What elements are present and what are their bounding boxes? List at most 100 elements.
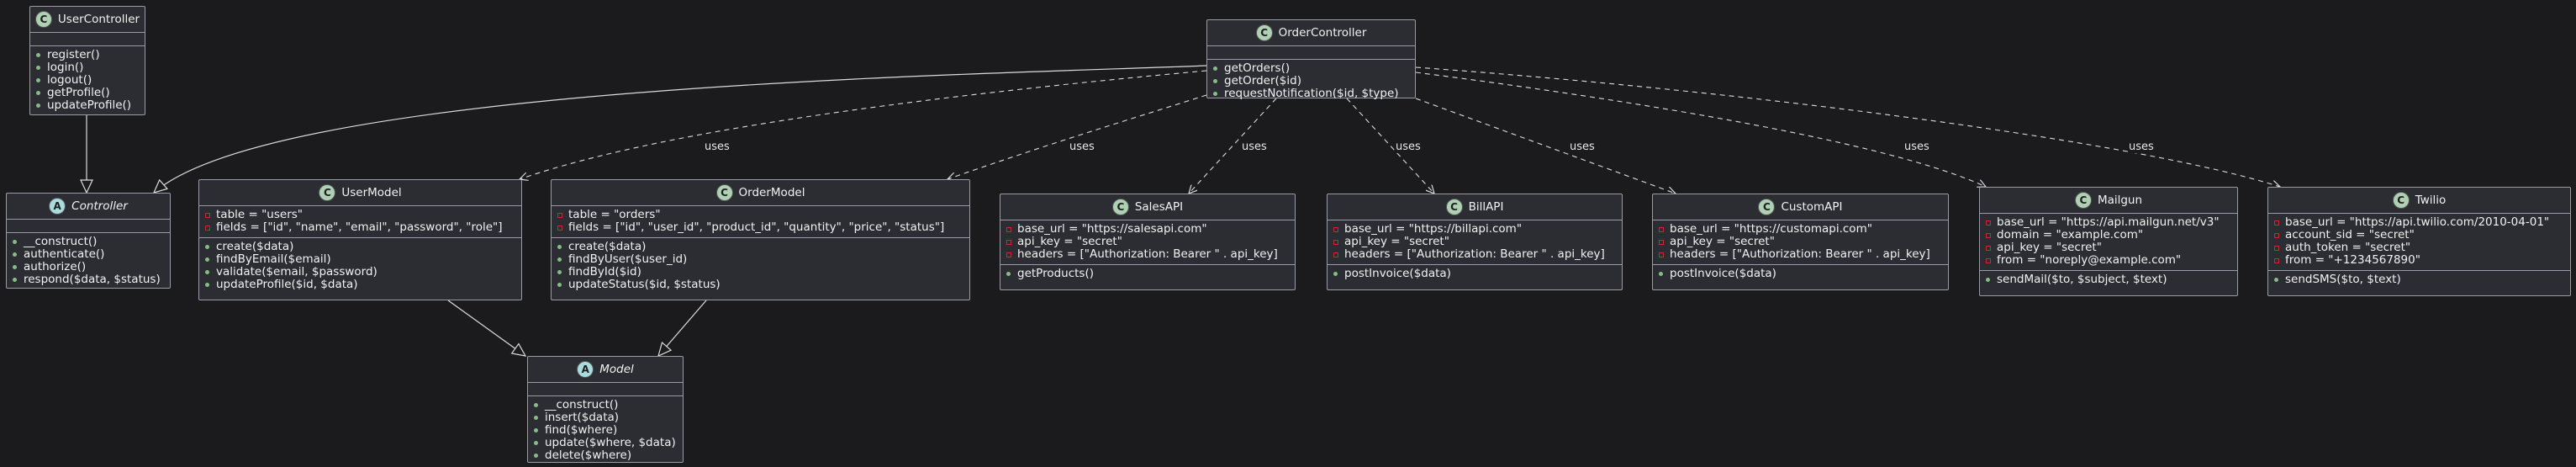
field-text: from = "noreply@example.com" (1997, 253, 2182, 267)
class-name: Controller (71, 199, 128, 213)
field-text: api_key = "secret" (1344, 235, 1449, 248)
method-text: register() (47, 48, 100, 61)
method-text: create($data) (568, 240, 647, 253)
method-text: insert($data) (545, 411, 620, 424)
uses-edge-customapi (1415, 98, 1676, 194)
inherit-edge-ordercontroller-controller (152, 65, 1207, 194)
fields-section: base_url = "https://billapi.com" api_key … (1328, 220, 1622, 265)
class-badge-icon: C (319, 184, 336, 201)
class-billapi[interactable]: C BillAPI base_url = "https://billapi.co… (1327, 194, 1623, 290)
class-model[interactable]: A Model __construct() insert($data) find($… (527, 356, 684, 463)
method-row: authorize() (7, 261, 170, 273)
class-badge-icon: C (1758, 199, 1776, 215)
class-twilio[interactable]: C Twilio base_url = "https://api.twilio.… (2267, 187, 2571, 296)
method-row: getOrders() (1207, 62, 1415, 75)
class-ordercontroller[interactable]: C OrderController getOrders() getOrder($i… (1206, 19, 1416, 100)
class-customapi[interactable]: C CustomAPI base_url = "https://customap… (1652, 194, 1949, 290)
class-header: C OrderController (1207, 20, 1415, 46)
private-visibility-icon (1984, 257, 1992, 263)
method-row: sendSMS($to, $text) (2268, 273, 2570, 286)
method-text: __construct() (24, 235, 98, 248)
public-visibility-icon (1211, 92, 1219, 96)
field-row: table = "users" (199, 209, 521, 221)
field-row: domain = "example.com" (1980, 229, 2237, 241)
inherit-edge-usermodel-model (447, 300, 527, 357)
class-name: BillAPI (1468, 200, 1504, 214)
public-visibility-icon (34, 78, 42, 82)
method-text: updateProfile() (47, 98, 132, 112)
field-row: headers = ["Authorization: Bearer " . ap… (1000, 248, 1295, 261)
public-visibility-icon (11, 240, 18, 244)
public-visibility-icon (34, 91, 42, 95)
fields-section (1207, 46, 1415, 60)
class-usermodel[interactable]: C UserModel table = "users" fields = ["id… (198, 179, 522, 300)
class-badge-icon: C (1255, 24, 1273, 41)
field-row: auth_token = "secret" (2268, 241, 2570, 254)
public-visibility-icon (532, 403, 540, 407)
class-badge-icon: C (2392, 192, 2410, 209)
class-name: OrderController (1278, 26, 1367, 40)
class-mailgun[interactable]: C Mailgun base_url = "https://api.mailgu… (1979, 187, 2238, 296)
field-text: from = "+1234567890" (2285, 253, 2420, 267)
class-badge-icon: C (2074, 192, 2092, 209)
method-text: respond($data, $status) (24, 273, 161, 286)
fields-section: table = "users" fields = ["id", "name", "… (199, 206, 521, 238)
method-row: getProfile() (30, 87, 145, 99)
field-text: base_url = "https://customapi.com" (1670, 222, 1872, 236)
class-name: OrderModel (738, 186, 805, 199)
field-row: account_sid = "secret" (2268, 229, 2570, 241)
method-text: findById($id) (568, 265, 641, 279)
class-badge-icon: C (715, 184, 733, 201)
method-row: logout() (30, 74, 145, 87)
methods-section: postInvoice($data) (1653, 265, 1948, 284)
public-visibility-icon (1211, 66, 1219, 71)
class-controller[interactable]: A Controller __construct() authenticate()… (6, 193, 171, 289)
method-text: postInvoice($data) (1670, 267, 1776, 280)
public-visibility-icon (532, 441, 540, 445)
uses-edge-ordermodel (948, 94, 1207, 179)
methods-section: create($data) findByEmail($email) validate… (199, 238, 521, 295)
field-text: api_key = "secret" (1670, 235, 1775, 248)
method-text: create($data) (216, 240, 294, 253)
field-row: fields = ["id", "name", "email", "passwo… (199, 221, 521, 234)
private-visibility-icon (1005, 239, 1012, 245)
public-visibility-icon (532, 416, 540, 420)
public-visibility-icon (1984, 278, 1992, 282)
private-visibility-icon (1657, 252, 1665, 257)
method-row: create($data) (199, 241, 521, 253)
class-name: Twilio (2415, 194, 2447, 207)
method-row: login() (30, 61, 145, 74)
class-salesapi[interactable]: C SalesAPI base_url = "https://salesapi.… (1000, 194, 1296, 290)
method-text: findByUser($user_id) (568, 252, 688, 266)
private-visibility-icon (1984, 245, 1992, 251)
private-visibility-icon (1332, 252, 1339, 257)
method-text: logout() (47, 73, 92, 87)
uses-label-billapi: uses (1395, 141, 1422, 153)
field-row: base_url = "https://customapi.com" (1653, 223, 1948, 236)
field-text: account_sid = "secret" (2285, 228, 2415, 241)
private-visibility-icon (2272, 257, 2280, 263)
public-visibility-icon (556, 245, 563, 249)
class-header: C UserModel (199, 180, 521, 206)
method-row: validate($email, $password) (199, 266, 521, 279)
public-visibility-icon (203, 283, 211, 287)
fields-section (30, 33, 145, 46)
private-visibility-icon (1657, 239, 1665, 245)
class-ordermodel[interactable]: C OrderModel table = "orders" fields = ["… (551, 179, 970, 300)
class-name: UserModel (341, 186, 402, 199)
methods-section: __construct() insert($data) find($where) up… (528, 396, 683, 465)
field-text: domain = "example.com" (1997, 228, 2144, 241)
method-text: find($where) (545, 423, 618, 437)
class-badge-icon: C (1445, 199, 1463, 215)
field-row: fields = ["id", "user_id", "product_id",… (552, 221, 969, 234)
class-header: C Twilio (2268, 188, 2570, 214)
class-header: C SalesAPI (1000, 194, 1295, 220)
method-text: getOrder($id) (1224, 74, 1301, 88)
fields-section (7, 220, 170, 233)
uses-label-twilio: uses (2128, 141, 2155, 153)
class-usercontroller[interactable]: C UserController register() login() logout… (29, 6, 145, 115)
inherit-edge-ordermodel-model (657, 300, 707, 358)
method-row: getOrder($id) (1207, 75, 1415, 88)
field-text: base_url = "https://api.mailgun.net/v3" (1997, 215, 2220, 229)
method-row: update($where, $data) (528, 437, 683, 449)
